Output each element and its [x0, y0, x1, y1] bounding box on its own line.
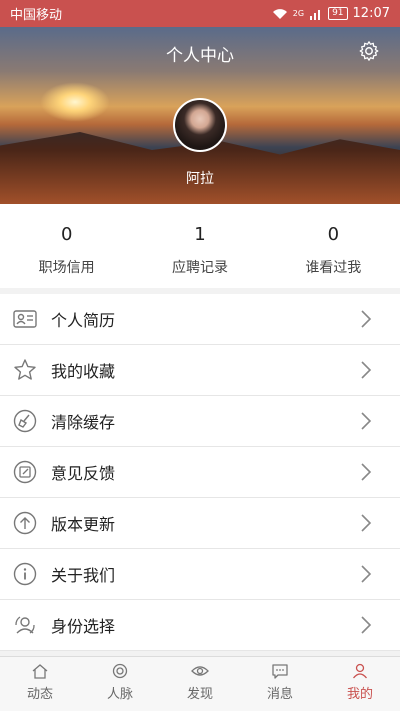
page-title: 个人中心	[166, 46, 234, 66]
bottom-tab-bar: 动态 人脉 发现 消息 我的	[0, 656, 400, 711]
tab-dynamics[interactable]: 动态	[0, 657, 80, 711]
tab-label: 消息	[266, 687, 293, 702]
tab-label: 我的	[346, 687, 373, 702]
tab-contacts[interactable]: 人脉	[80, 657, 160, 711]
stat-applications[interactable]: 1 应聘记录	[133, 204, 266, 288]
username: 阿拉	[186, 171, 214, 187]
stat-credit[interactable]: 0 职场信用	[0, 204, 133, 288]
upload-arrow-icon	[13, 511, 37, 535]
avatar[interactable]	[173, 98, 227, 152]
menu-item-label: 版本更新	[51, 515, 116, 534]
chevron-right-icon	[361, 412, 372, 430]
broom-icon	[13, 409, 37, 433]
resume-card-icon	[13, 310, 37, 328]
battery-level: 91	[328, 7, 348, 20]
menu-item-favorites[interactable]: 我的收藏	[0, 345, 400, 396]
contacts-icon	[112, 663, 128, 679]
wifi-icon	[272, 8, 287, 19]
person-icon	[352, 663, 368, 679]
chevron-right-icon	[361, 565, 372, 583]
clock: 12:07	[352, 6, 390, 21]
menu-item-label: 关于我们	[51, 566, 116, 585]
settings-gear-icon[interactable]	[358, 40, 380, 62]
settings-menu: 个人简历 我的收藏 清除缓存 意见反馈 版本更新 关于我们 身份选择	[0, 294, 400, 651]
status-bar: 中国移动 2G 91 12:07	[0, 0, 400, 27]
info-icon	[13, 562, 37, 586]
tab-discover[interactable]: 发现	[160, 657, 240, 711]
message-icon	[272, 664, 288, 679]
menu-item-label: 身份选择	[51, 617, 116, 636]
header-background-sun	[40, 82, 110, 122]
menu-item-label: 我的收藏	[51, 362, 116, 381]
menu-item-update[interactable]: 版本更新	[0, 498, 400, 549]
profile-header: 个人中心 阿拉	[0, 27, 400, 204]
tab-label: 发现	[186, 687, 213, 702]
chevron-right-icon	[361, 514, 372, 532]
stat-visitors[interactable]: 0 谁看过我	[267, 204, 400, 288]
status-right: 2G 91 12:07	[272, 6, 390, 21]
menu-item-feedback[interactable]: 意见反馈	[0, 447, 400, 498]
stat-value: 0	[60, 224, 73, 245]
chevron-right-icon	[361, 361, 372, 379]
chevron-right-icon	[361, 310, 372, 328]
tab-label: 人脉	[106, 687, 133, 702]
tab-mine[interactable]: 我的	[320, 657, 400, 711]
stat-label: 谁看过我	[305, 260, 362, 276]
network-label: 2G	[292, 9, 305, 18]
chevron-right-icon	[361, 463, 372, 481]
star-icon	[14, 359, 36, 380]
menu-item-about[interactable]: 关于我们	[0, 549, 400, 600]
stats-row: 0 职场信用 1 应聘记录 0 谁看过我	[0, 204, 400, 288]
tab-messages[interactable]: 消息	[240, 657, 320, 711]
feedback-icon	[13, 460, 37, 484]
stat-label: 应聘记录	[171, 260, 228, 276]
menu-item-resume[interactable]: 个人简历	[0, 294, 400, 345]
menu-item-clear-cache[interactable]: 清除缓存	[0, 396, 400, 447]
menu-item-label: 个人简历	[51, 311, 116, 330]
menu-item-identity[interactable]: 身份选择	[0, 600, 400, 651]
menu-item-label: 清除缓存	[51, 413, 116, 432]
stat-label: 职场信用	[38, 260, 95, 276]
user-switch-icon	[15, 616, 35, 634]
stat-value: 1	[194, 224, 206, 245]
eye-icon	[191, 666, 209, 676]
home-icon	[32, 664, 48, 679]
stat-value: 0	[327, 224, 340, 245]
tab-label: 动态	[26, 687, 53, 702]
menu-item-label: 意见反馈	[51, 464, 116, 483]
signal-icon	[310, 9, 321, 20]
carrier-label: 中国移动	[10, 8, 63, 23]
chevron-right-icon	[361, 616, 372, 634]
